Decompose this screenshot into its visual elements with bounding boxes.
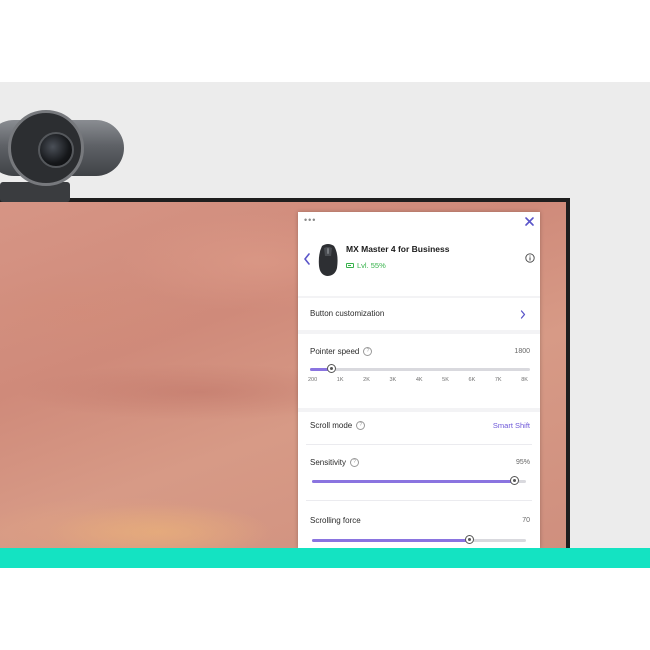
- sensitivity-label-text: Sensitivity: [310, 458, 347, 467]
- battery-level: Lvl. 55%: [357, 261, 386, 270]
- brand-color-strip: [0, 548, 650, 568]
- info-icon[interactable]: [525, 253, 535, 263]
- sensitivity-slider-thumb[interactable]: [510, 476, 520, 485]
- device-header: MX Master 4 for Business Lvl. 55%: [298, 232, 540, 296]
- scroll-settings-section: Scroll mode? Smart Shift Sensitivity? 95…: [298, 412, 540, 548]
- tick-label: 200: [308, 377, 318, 383]
- webcam-mount: [0, 182, 70, 202]
- sensitivity-slider[interactable]: [312, 476, 526, 485]
- tick-label: 6K: [468, 377, 476, 383]
- webcam: [0, 110, 130, 204]
- product-photo-scene: ••• MX Master 4 for Business Lvl. 55% Bu…: [0, 0, 650, 650]
- sensitivity-slider-fill: [312, 480, 516, 483]
- help-icon[interactable]: ?: [350, 458, 360, 468]
- scrolling-force-value: 70: [522, 517, 530, 524]
- webcam-lens: [38, 132, 74, 168]
- tick-label: 1K: [336, 377, 344, 383]
- pointer-speed-value: 1800: [514, 348, 530, 355]
- button-customization-label: Button customization: [310, 309, 385, 318]
- scrolling-force-slider-fill: [312, 539, 471, 542]
- pointer-speed-slider-thumb[interactable]: [327, 364, 336, 373]
- scroll-mode-value[interactable]: Smart Shift: [493, 421, 530, 430]
- scroll-mode-label: Scroll mode?: [310, 421, 366, 431]
- tick-label: 2K: [363, 377, 370, 383]
- chevron-left-icon[interactable]: [302, 252, 312, 266]
- pointer-speed-label: Pointer speed?: [310, 347, 373, 357]
- more-dots-icon[interactable]: •••: [304, 215, 316, 225]
- button-customization-row[interactable]: Button customization: [298, 298, 540, 330]
- sensitivity-label: Sensitivity?: [310, 458, 360, 468]
- panel-title-bar: •••: [298, 212, 540, 232]
- battery-status: Lvl. 55%: [346, 261, 386, 270]
- scroll-mode-label-text: Scroll mode: [310, 421, 353, 430]
- scrolling-force-slider-thumb[interactable]: [465, 535, 475, 544]
- tick-label: 3K: [389, 377, 397, 383]
- scrolling-force-slider[interactable]: [312, 535, 526, 544]
- pointer-speed-tick-labels: 200 1K 2K 3K 4K 5K 6K 7K 8K: [308, 377, 528, 387]
- help-icon[interactable]: ?: [356, 421, 366, 431]
- device-name: MX Master 4 for Business: [346, 244, 450, 254]
- divider: [306, 500, 532, 501]
- chevron-right-icon: [520, 310, 526, 319]
- scrolling-force-label: Scrolling force: [310, 516, 361, 525]
- divider: [306, 444, 532, 445]
- help-icon[interactable]: ?: [363, 347, 373, 357]
- webcam-bezel: [8, 110, 84, 186]
- tick-label: 7K: [494, 377, 502, 383]
- mouse-settings-panel: ••• MX Master 4 for Business Lvl. 55% Bu…: [298, 212, 540, 548]
- tick-label: 5K: [442, 377, 449, 383]
- pointer-speed-slider[interactable]: [310, 364, 530, 373]
- pointer-speed-section: Pointer speed? 1800 200 1K 2K 3K 4K 5K 6…: [298, 334, 540, 408]
- close-icon[interactable]: [524, 216, 535, 227]
- mouse-image: [318, 244, 338, 276]
- tick-label: 4K: [415, 377, 423, 383]
- battery-icon: [346, 263, 354, 268]
- tick-label: 8K: [521, 377, 528, 383]
- pointer-speed-label-text: Pointer speed: [310, 347, 360, 356]
- sensitivity-value: 95%: [515, 459, 530, 466]
